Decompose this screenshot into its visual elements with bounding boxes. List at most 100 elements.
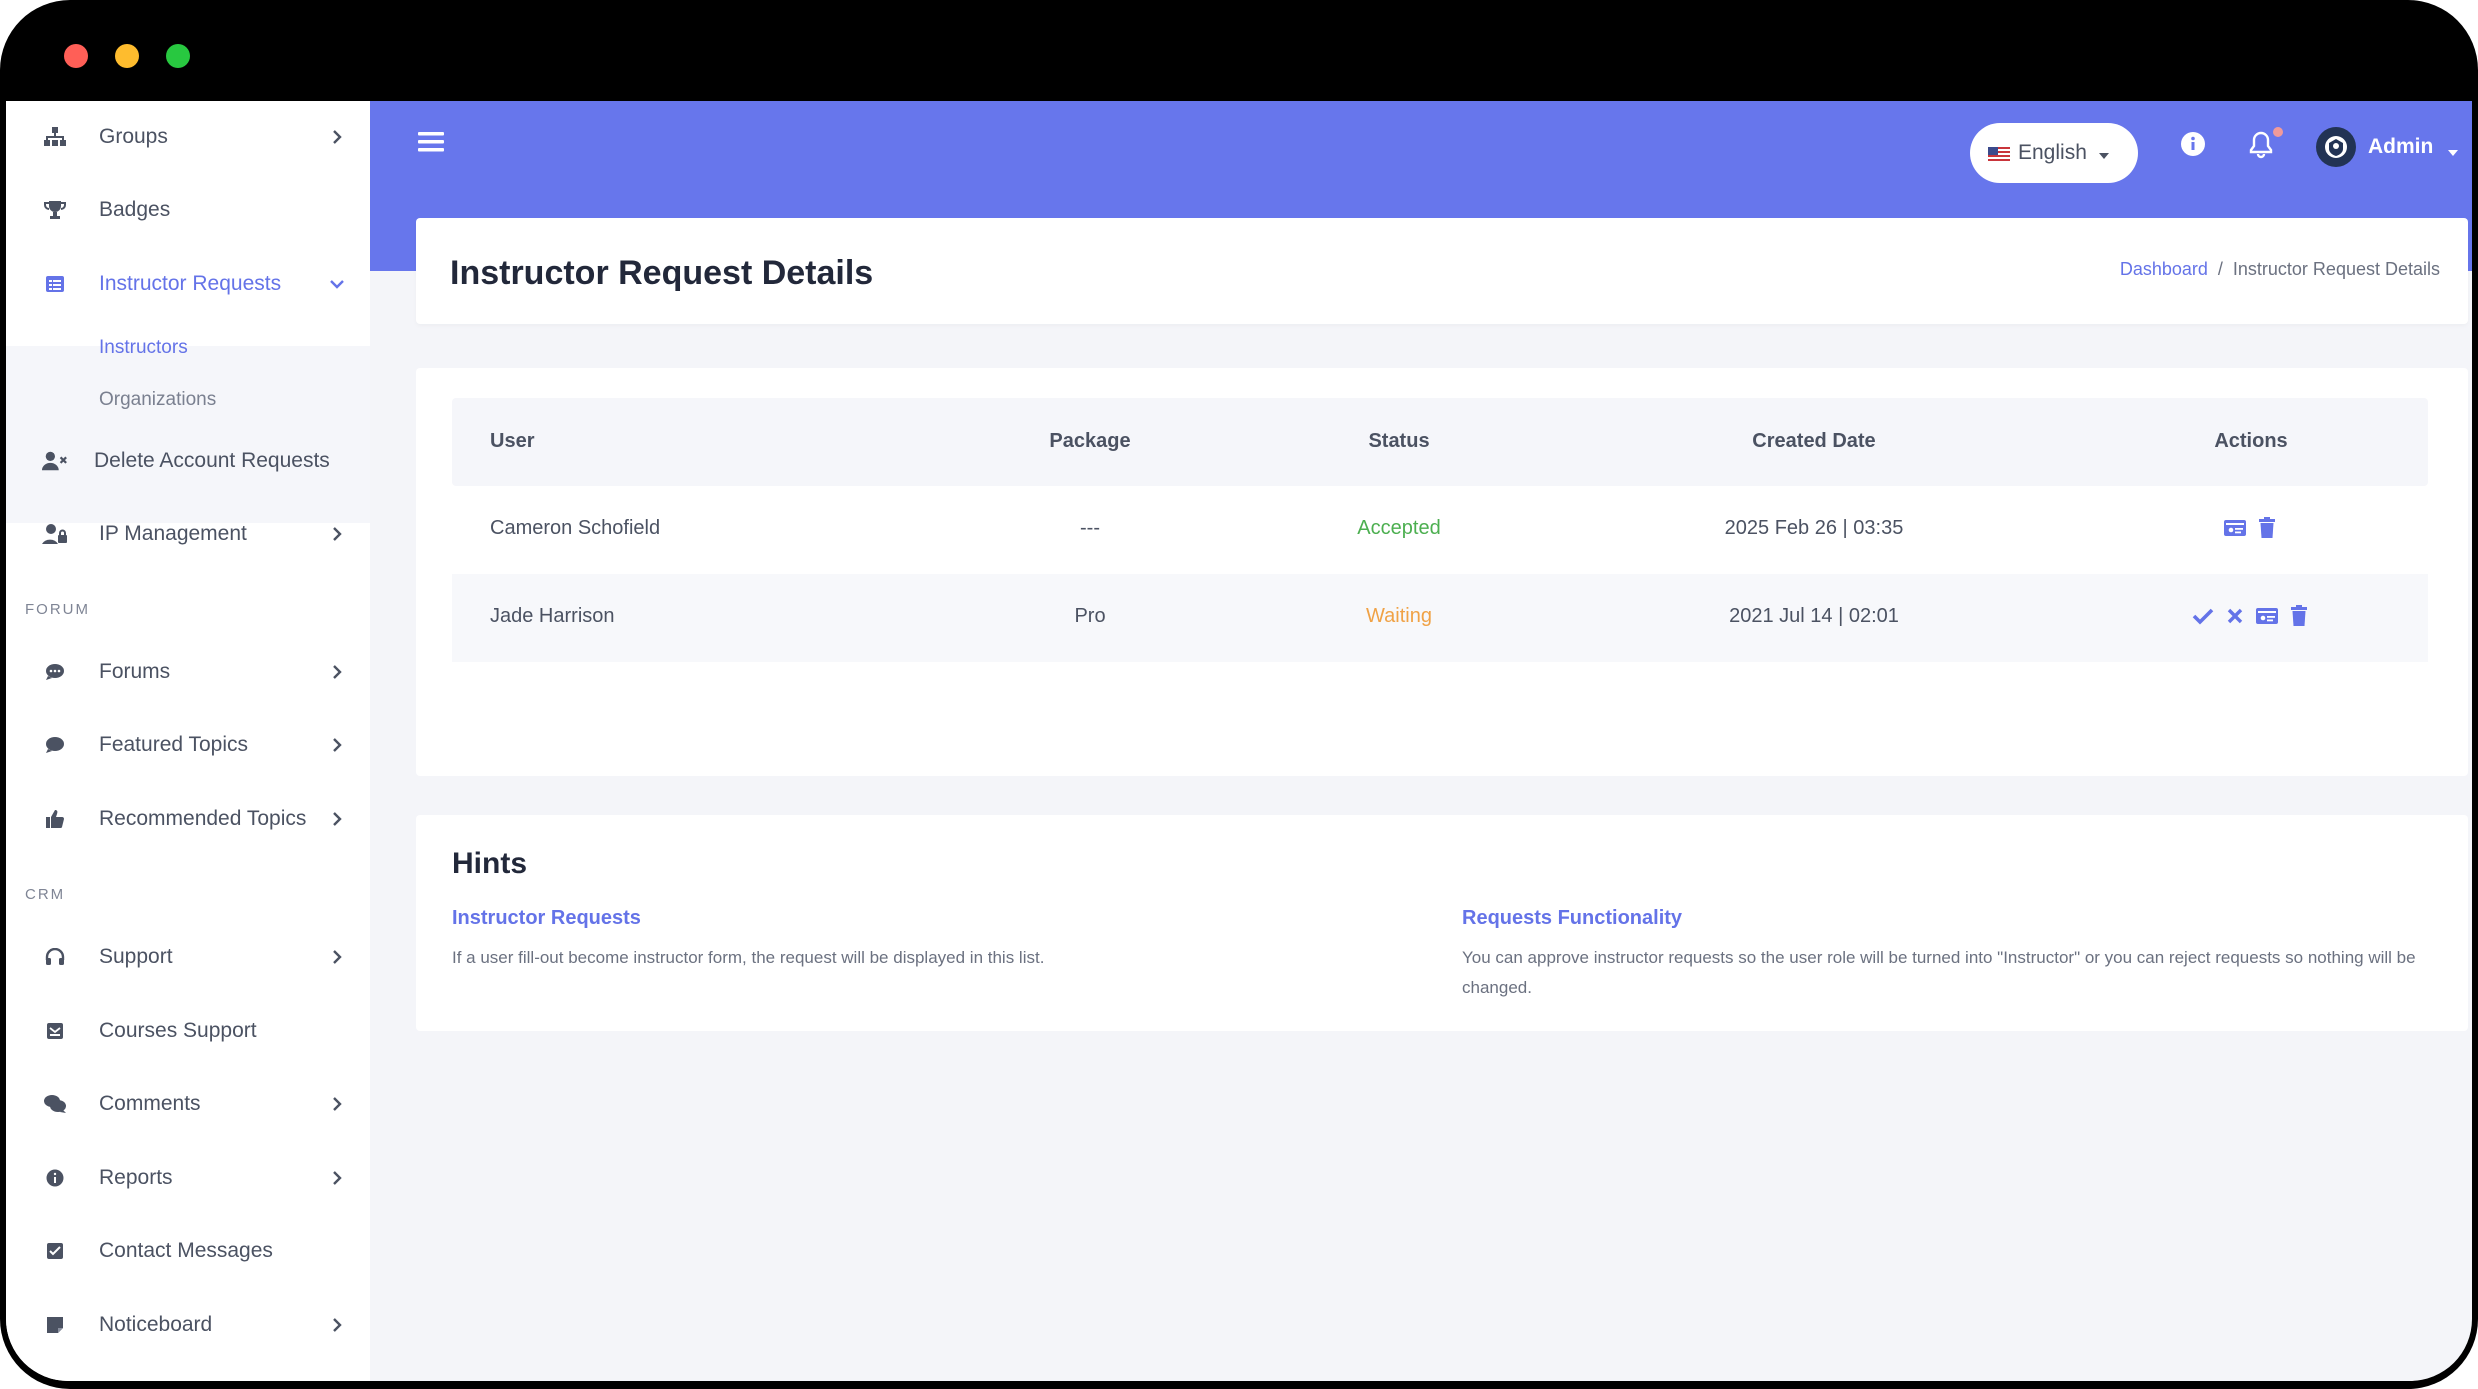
row-actions xyxy=(2191,604,2311,628)
sidebar-item-instructor-requests[interactable]: Instructor Requests xyxy=(6,254,370,314)
sidebar-item-courses-support[interactable]: Courses Support xyxy=(6,1001,370,1061)
sidebar-item-label: IP Management xyxy=(99,522,247,545)
table-header: User Package Status Created Date Actions xyxy=(452,398,2428,486)
sidebar-item-label: Groups xyxy=(99,125,168,148)
cell-created-date: 2025 Feb 26 | 03:35 xyxy=(1724,517,1904,539)
sidebar-subitem-instructors[interactable]: Instructors xyxy=(99,337,188,359)
sidebar-item-label: Forums xyxy=(99,660,171,683)
view-details-icon[interactable] xyxy=(2223,516,2247,540)
notification-dot xyxy=(2273,127,2283,137)
language-selector[interactable]: English xyxy=(1970,123,2138,183)
cell-user: Cameron Schofield xyxy=(490,517,661,539)
sidebar-item-noticeboard[interactable]: Noticeboard xyxy=(6,1295,370,1355)
sidebar-item-label: Reports xyxy=(99,1166,173,1189)
column-header-actions: Actions xyxy=(2214,430,2288,452)
sidebar-item-comments[interactable]: Comments xyxy=(6,1074,370,1134)
chevron-right-icon xyxy=(328,736,346,754)
comment-icon xyxy=(42,659,68,685)
cell-created-date: 2021 Jul 14 | 02:01 xyxy=(1729,605,1899,627)
sidebar-item-recommended-topics[interactable]: Recommended Topics xyxy=(6,789,370,849)
status-badge: Accepted xyxy=(1357,517,1441,539)
sidebar-item-label: Comments xyxy=(99,1092,201,1115)
chevron-right-icon xyxy=(328,948,346,966)
maximize-window-button[interactable] xyxy=(166,44,190,68)
sidebar-item-contact-messages[interactable]: Contact Messages xyxy=(6,1221,370,1281)
hint-heading: Instructor Requests xyxy=(452,907,641,929)
sidebar-item-label: Delete Account Requests xyxy=(94,449,330,472)
requests-table-card: User Package Status Created Date Actions… xyxy=(416,368,2468,776)
sidebar-subitem-organizations[interactable]: Organizations xyxy=(99,389,216,411)
chevron-down-icon xyxy=(328,275,346,293)
hint-text: If a user fill-out become instructor for… xyxy=(452,948,1045,967)
user-name[interactable]: Admin xyxy=(2368,135,2433,159)
sidebar-item-reports[interactable]: Reports xyxy=(6,1148,370,1208)
hamburger-menu-icon[interactable] xyxy=(418,131,444,158)
window-controls xyxy=(64,44,190,68)
info-icon[interactable] xyxy=(2180,131,2206,162)
page-title: Instructor Request Details xyxy=(450,254,874,292)
page-header-card: Instructor Request Details Dashboard / I… xyxy=(416,218,2468,324)
column-header-package: Package xyxy=(1049,430,1131,452)
envelope-icon xyxy=(42,1018,68,1044)
headphones-icon xyxy=(42,944,68,970)
chevron-right-icon xyxy=(328,1095,346,1113)
sidebar-item-label: Contact Messages xyxy=(99,1239,273,1262)
comments-icon xyxy=(42,1091,68,1117)
sidebar-item-forums[interactable]: Forums xyxy=(6,642,370,702)
sidebar-item-label: Featured Topics xyxy=(99,733,249,756)
chevron-right-icon xyxy=(328,663,346,681)
notification-bell-icon[interactable] xyxy=(2249,131,2273,164)
sidebar-item-label: Courses Support xyxy=(99,1019,257,1042)
chevron-right-icon xyxy=(328,1316,346,1334)
thumbs-up-icon xyxy=(42,806,68,832)
hint-text: You can approve instructor requests so t… xyxy=(1462,948,2416,997)
cell-user: Jade Harrison xyxy=(490,605,615,627)
sidebar-item-groups[interactable]: Groups xyxy=(6,107,370,167)
comment-icon xyxy=(42,732,68,758)
sitemap-icon xyxy=(42,124,68,150)
cell-package: --- xyxy=(1080,517,1100,539)
list-icon xyxy=(42,271,68,297)
table-row: Cameron Schofield --- Accepted 2025 Feb … xyxy=(452,486,2428,574)
column-header-user: User xyxy=(490,430,535,452)
us-flag-icon xyxy=(1988,145,2010,163)
table-row: Jade Harrison Pro Waiting 2021 Jul 14 | … xyxy=(452,574,2428,662)
sidebar-item-label: Recommended Topics xyxy=(99,807,307,830)
trophy-icon xyxy=(42,197,68,223)
reject-x-icon[interactable] xyxy=(2223,604,2247,628)
user-lock-icon xyxy=(42,521,68,547)
hint-heading: Requests Functionality xyxy=(1462,907,1683,929)
caret-down-icon[interactable] xyxy=(2448,143,2458,161)
delete-icon[interactable] xyxy=(2255,516,2279,540)
user-times-icon xyxy=(42,448,68,474)
delete-icon[interactable] xyxy=(2287,604,2311,628)
info-circle-icon xyxy=(42,1165,68,1191)
status-badge: Waiting xyxy=(1366,605,1432,627)
view-details-icon[interactable] xyxy=(2255,604,2279,628)
sidebar: Groups Badges Instructor Requests Instru… xyxy=(6,101,370,1381)
sidebar-item-featured-topics[interactable]: Featured Topics xyxy=(6,715,370,775)
sidebar-item-support[interactable]: Support xyxy=(6,927,370,987)
sticky-note-icon xyxy=(42,1312,68,1338)
section-title-forum: FORUM xyxy=(25,601,90,618)
sidebar-item-badges[interactable]: Badges xyxy=(6,180,370,240)
breadcrumb-dashboard-link[interactable]: Dashboard xyxy=(2120,259,2208,280)
breadcrumb-separator: / xyxy=(2217,259,2223,279)
cell-package: Pro xyxy=(1074,605,1106,627)
breadcrumb: Dashboard / Instructor Request Details xyxy=(2120,259,2440,280)
close-window-button[interactable] xyxy=(64,44,88,68)
app-screen: Groups Badges Instructor Requests Instru… xyxy=(6,101,2472,1381)
avatar[interactable] xyxy=(2316,127,2356,167)
message-icon xyxy=(42,1238,68,1264)
column-header-created-date: Created Date xyxy=(1752,430,1876,452)
caret-down-icon xyxy=(2098,141,2109,165)
chevron-right-icon xyxy=(328,810,346,828)
row-actions xyxy=(2223,516,2279,540)
sidebar-item-delete-account-requests[interactable]: Delete Account Requests xyxy=(6,431,370,491)
sidebar-item-label: Badges xyxy=(99,198,171,221)
chevron-right-icon xyxy=(328,525,346,543)
column-header-status: Status xyxy=(1368,430,1430,452)
sidebar-item-ip-management[interactable]: IP Management xyxy=(6,504,370,564)
approve-check-icon[interactable] xyxy=(2191,604,2215,628)
minimize-window-button[interactable] xyxy=(115,44,139,68)
